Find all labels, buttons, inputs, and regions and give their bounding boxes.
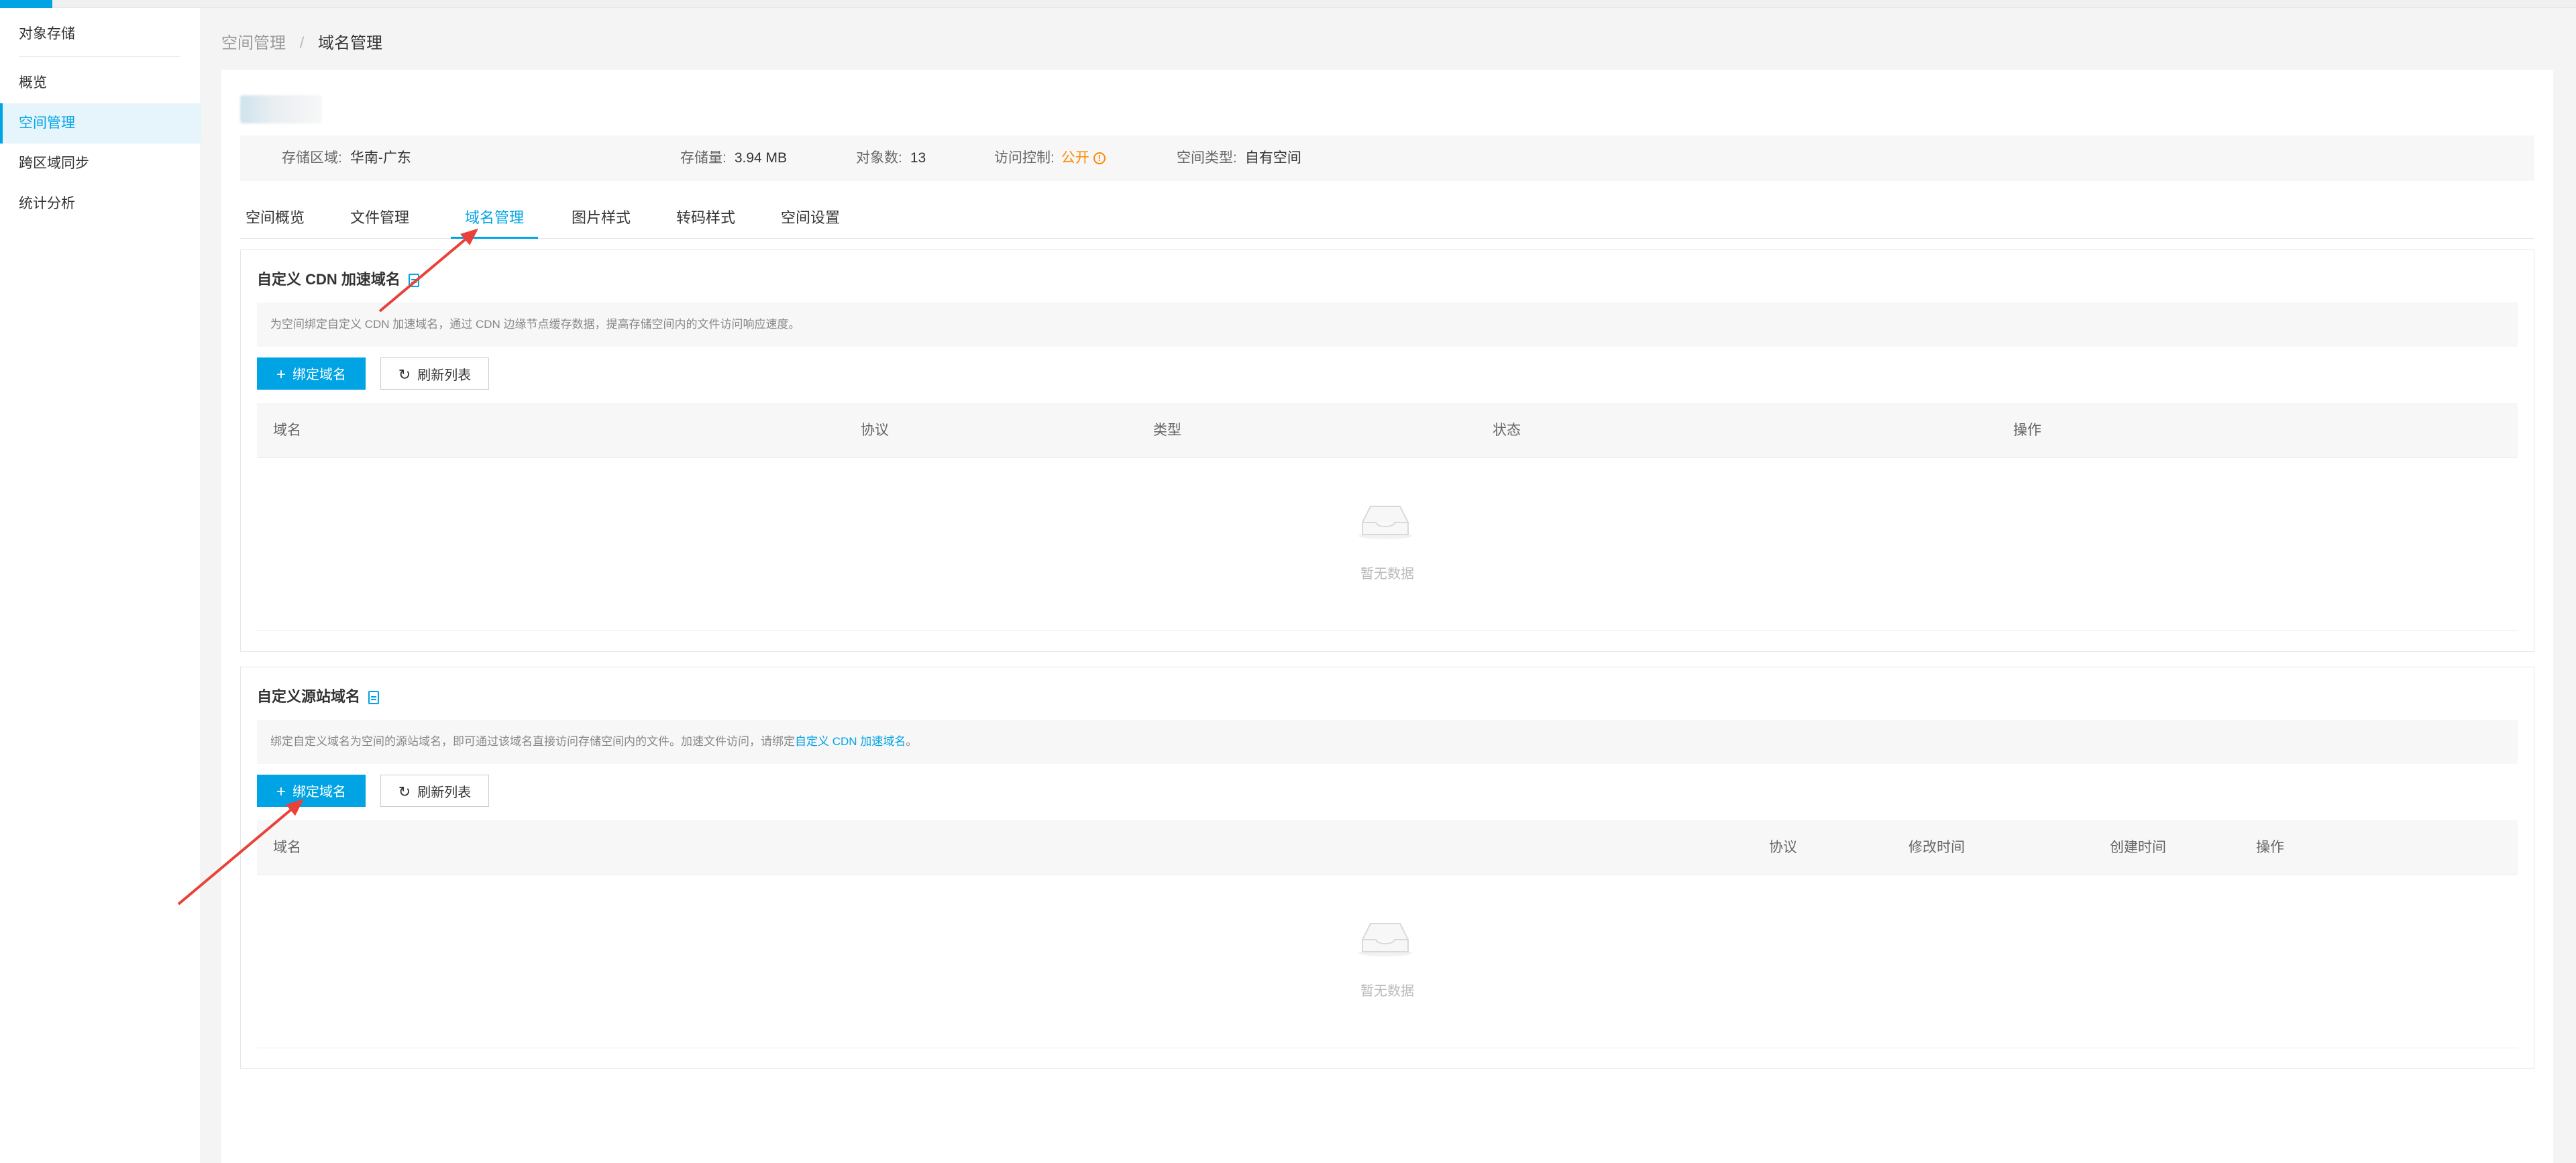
origin-refresh-list-button[interactable]: ↻ 刷新列表 — [380, 775, 489, 807]
info-storage-value: 3.94 MB — [734, 150, 788, 166]
info-objects-label: 对象数: — [856, 150, 902, 166]
cdn-bind-domain-label: 绑定域名 — [292, 367, 346, 382]
info-bucket-type: 空间类型: 自有空间 — [1177, 135, 1301, 181]
origin-section-tip: 绑定自定义域名为空间的源站域名，即可通过该域名直接访问存储空间内的文件。加速文件… — [257, 720, 2518, 764]
cdn-column-domain: 域名 — [273, 423, 301, 438]
sidebar: 对象存储 概览 空间管理 跨区域同步 统计分析 — [0, 8, 201, 1163]
sidebar-item-statistics[interactable]: 统计分析 — [0, 184, 201, 224]
info-access-control: 访问控制: 公开! — [994, 135, 1106, 181]
origin-column-modified-time: 修改时间 — [1909, 840, 1965, 855]
origin-column-actions: 操作 — [2256, 840, 2284, 855]
plus-icon: + — [276, 782, 286, 801]
doc-icon[interactable] — [368, 691, 380, 705]
cdn-section-tip: 为空间绑定自定义 CDN 加速域名，通过 CDN 边缘节点缓存数据，提高存储空间… — [257, 302, 2518, 347]
origin-tip-text: 绑定自定义域名为空间的源站域名，即可通过该域名直接访问存储空间内的文件。加速文件… — [270, 735, 795, 748]
origin-column-created-time: 创建时间 — [2110, 840, 2166, 855]
tab-bar: 空间概览 文件管理 域名管理 图片样式 转码样式 空间设置 — [240, 197, 2534, 239]
sidebar-item-label: 空间管理 — [19, 115, 75, 131]
origin-bind-domain-button[interactable]: + 绑定域名 — [257, 775, 366, 807]
origin-tip-suffix: 。 — [906, 735, 918, 748]
cdn-empty-text: 暂无数据 — [1360, 567, 1414, 582]
origin-refresh-list-label: 刷新列表 — [417, 785, 472, 800]
origin-column-domain: 域名 — [273, 840, 301, 855]
info-storage-label: 存储量: — [680, 150, 727, 166]
info-access-label: 访问控制: — [994, 150, 1055, 166]
tab-image-styles[interactable]: 图片样式 — [569, 197, 633, 239]
origin-table-header: 域名 协议 修改时间 创建时间 操作 — [257, 820, 2518, 875]
cdn-empty-state: 暂无数据 — [257, 458, 2518, 631]
refresh-icon: ↻ — [398, 783, 411, 800]
plus-icon: + — [276, 365, 286, 384]
bucket-name-blurred — [240, 95, 322, 123]
sidebar-item-label: 概览 — [19, 75, 47, 91]
info-region: 存储区域: 华南-广东 — [282, 135, 411, 181]
cdn-column-actions: 操作 — [2013, 423, 2041, 438]
cdn-column-protocol: 协议 — [861, 423, 889, 438]
info-objects: 对象数: 13 — [856, 135, 926, 181]
cdn-table-header: 域名 协议 类型 状态 操作 — [257, 403, 2518, 458]
top-bar — [0, 0, 2576, 8]
origin-section-title-text: 自定义源站域名 — [257, 688, 361, 705]
tab-transcode-styles[interactable]: 转码样式 — [674, 197, 738, 239]
cdn-refresh-list-label: 刷新列表 — [417, 368, 472, 383]
origin-domain-section: 自定义源站域名 绑定自定义域名为空间的源站域名，即可通过该域名直接访问存储空间内… — [240, 667, 2534, 1069]
cdn-bind-domain-button[interactable]: + 绑定域名 — [257, 357, 366, 390]
info-type-value: 自有空间 — [1244, 150, 1301, 166]
breadcrumb: 空间管理 / 域名管理 — [221, 30, 382, 53]
tab-bucket-settings[interactable]: 空间设置 — [778, 197, 843, 239]
sidebar-title: 对象存储 — [19, 26, 75, 42]
breadcrumb-parent-link[interactable]: 空间管理 — [221, 34, 286, 52]
cdn-section-title-text: 自定义 CDN 加速域名 — [257, 271, 400, 288]
warning-icon[interactable]: ! — [1093, 152, 1106, 165]
info-type-label: 空间类型: — [1177, 150, 1237, 166]
empty-inbox-icon — [1358, 923, 1412, 956]
breadcrumb-separator: / — [299, 34, 305, 52]
breadcrumb-current: 域名管理 — [318, 34, 383, 52]
cdn-refresh-list-button[interactable]: ↻ 刷新列表 — [380, 357, 489, 390]
info-access-value: 公开 — [1061, 150, 1089, 166]
empty-inbox-icon — [1358, 506, 1412, 539]
refresh-icon: ↻ — [398, 366, 411, 383]
cdn-column-status: 状态 — [1493, 423, 1521, 438]
origin-section-title: 自定义源站域名 — [257, 685, 380, 706]
info-region-value: 华南-广东 — [350, 150, 411, 166]
sidebar-item-label: 统计分析 — [19, 196, 75, 211]
tab-file-management[interactable]: 文件管理 — [347, 197, 412, 239]
cdn-section-title: 自定义 CDN 加速域名 — [257, 268, 419, 289]
info-objects-value: 13 — [910, 150, 926, 166]
cdn-domain-link[interactable]: 自定义 CDN 加速域名 — [795, 735, 906, 748]
origin-empty-text: 暂无数据 — [1360, 984, 1414, 999]
origin-empty-state: 暂无数据 — [257, 875, 2518, 1048]
cdn-column-type: 类型 — [1153, 423, 1181, 438]
origin-column-protocol: 协议 — [1769, 840, 1797, 855]
sidebar-divider — [19, 56, 180, 57]
bucket-info-bar: 存储区域: 华南-广东 存储量: 3.94 MB 对象数: 13 访问控制: 公开! 空… — [240, 135, 2534, 181]
tab-overview[interactable]: 空间概览 — [243, 197, 307, 239]
top-bar-accent — [0, 0, 52, 8]
sidebar-item-overview[interactable]: 概览 — [0, 63, 201, 103]
info-region-label: 存储区域: — [282, 150, 342, 166]
sidebar-item-cross-region-sync[interactable]: 跨区域同步 — [0, 144, 201, 184]
sidebar-item-bucket-management[interactable]: 空间管理 — [0, 103, 201, 144]
cdn-domain-section: 自定义 CDN 加速域名 为空间绑定自定义 CDN 加速域名，通过 CDN 边缘… — [240, 250, 2534, 652]
main-panel: 存储区域: 华南-广东 存储量: 3.94 MB 对象数: 13 访问控制: 公开! 空… — [221, 70, 2553, 1163]
sidebar-item-label: 跨区域同步 — [19, 156, 89, 171]
info-storage: 存储量: 3.94 MB — [680, 135, 787, 181]
